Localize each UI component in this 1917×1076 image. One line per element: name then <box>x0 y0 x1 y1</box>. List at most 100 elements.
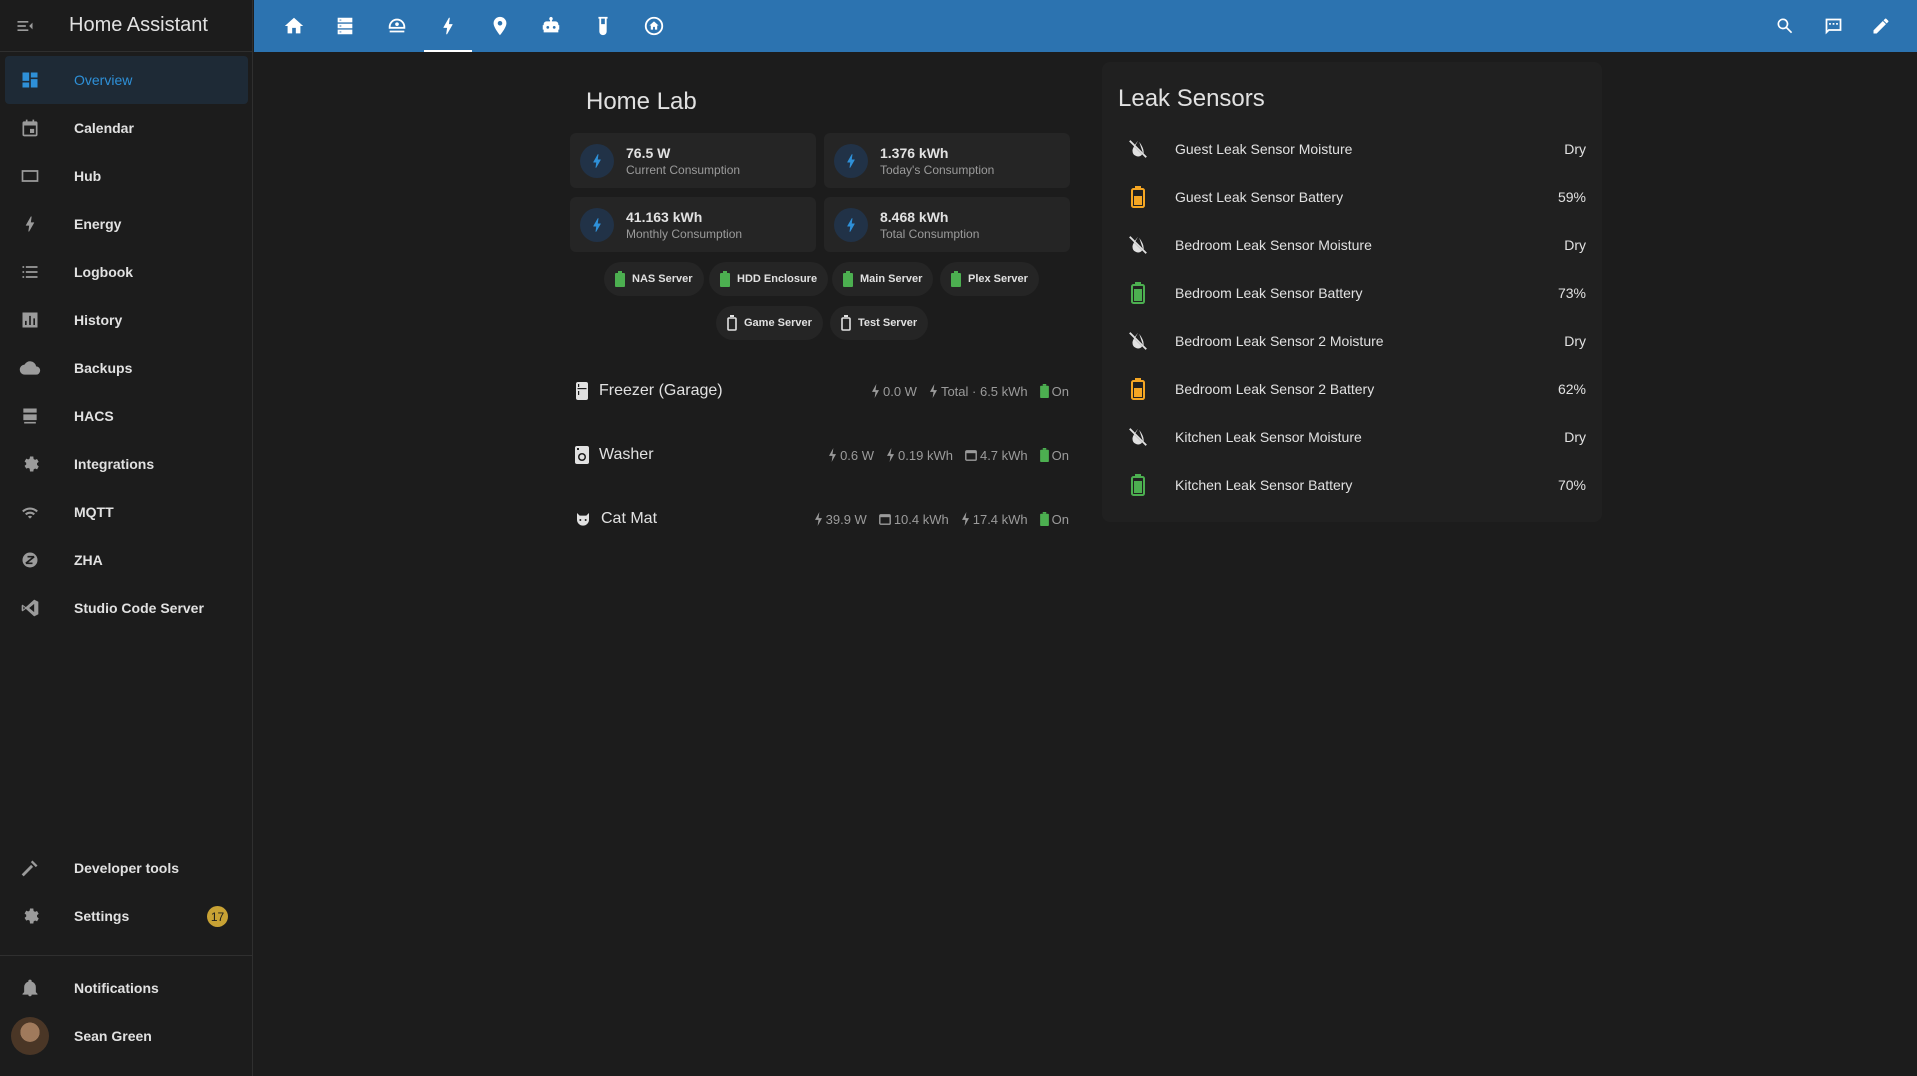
leak-row-name: Guest Leak Sensor Moisture <box>1175 141 1353 157</box>
sidebar-item-calendar[interactable]: Calendar <box>5 104 248 152</box>
leak-row-bedroom2-battery[interactable]: Bedroom Leak Sensor 2 Battery 62% <box>1124 369 1586 409</box>
leak-row-kitchen-moisture[interactable]: Kitchen Leak Sensor Moisture Dry <box>1124 417 1586 457</box>
battery-icon <box>951 271 961 287</box>
device-row-cat-mat[interactable]: Cat Mat 39.9 W 10.4 kWh 17.4 kWh On <box>575 504 1069 534</box>
leak-row-value: 73% <box>1557 285 1586 301</box>
current-consumption-tile[interactable]: 76.5 W Current Consumption <box>570 133 816 188</box>
home-icon <box>284 17 304 34</box>
tile-value: 8.468 kWh <box>880 208 949 225</box>
device-name: Freezer (Garage) <box>599 382 723 399</box>
sidebar-item-backups[interactable]: Backups <box>5 344 248 392</box>
sidebar-item-settings[interactable]: Settings 17 <box>5 892 248 940</box>
sidebar-item-hacs[interactable]: HACS <box>5 392 248 440</box>
chip-label: NAS Server <box>632 273 693 285</box>
tab-vacuum[interactable] <box>373 0 421 52</box>
sidebar-item-energy[interactable]: Energy <box>5 200 248 248</box>
battery-icon <box>1039 384 1049 398</box>
assist-button[interactable] <box>1810 0 1856 52</box>
sidebar-item-notifications[interactable]: Notifications <box>5 964 248 1012</box>
cloud-icon <box>10 358 50 378</box>
chip-plex-server[interactable]: Plex Server <box>940 262 1039 296</box>
leak-row-name: Bedroom Leak Sensor Moisture <box>1175 237 1372 253</box>
leak-row-kitchen-battery[interactable]: Kitchen Leak Sensor Battery 70% <box>1124 465 1586 505</box>
hacs-icon <box>10 405 50 427</box>
total-consumption-tile[interactable]: 8.468 kWh Total Consumption <box>824 197 1070 252</box>
lightning-bolt-icon <box>929 384 937 398</box>
app-title: Home Assistant <box>69 14 208 36</box>
tab-home-circle[interactable] <box>630 0 678 52</box>
tab-servers[interactable] <box>321 0 369 52</box>
chip-game-server[interactable]: Game Server <box>716 306 823 340</box>
sidebar-item-label: Hub <box>74 168 102 184</box>
sidebar-item-integrations[interactable]: Integrations <box>5 440 248 488</box>
sidebar-item-developer-tools[interactable]: Developer tools <box>5 844 248 892</box>
sidebar-item-label: Integrations <box>74 456 155 472</box>
sidebar-item-label: Logbook <box>74 264 134 280</box>
leak-row-name: Bedroom Leak Sensor 2 Moisture <box>1175 333 1384 349</box>
sidebar-item-hub[interactable]: Hub <box>5 152 248 200</box>
tab-lab[interactable] <box>579 0 627 52</box>
chip-label: Plex Server <box>968 273 1028 285</box>
zigbee-icon <box>10 550 50 570</box>
calendar-icon <box>10 118 50 138</box>
chip-hdd-enclosure[interactable]: HDD Enclosure <box>709 262 829 296</box>
sidebar-item-label: Energy <box>74 216 122 232</box>
device-state: On <box>1051 511 1069 527</box>
todays-consumption-tile[interactable]: 1.376 kWh Today's Consumption <box>824 133 1070 188</box>
calendar-month-icon <box>965 450 977 461</box>
tab-energy[interactable] <box>424 0 472 52</box>
monthly-consumption-tile[interactable]: 41.163 kWh Monthly Consumption <box>570 197 816 252</box>
leak-row-bedroom-moisture[interactable]: Bedroom Leak Sensor Moisture Dry <box>1124 225 1586 265</box>
battery-outline-icon <box>841 315 851 331</box>
lightning-bolt-icon <box>580 207 614 242</box>
device-stats: 0.0 W Total · 6.5 kWh On <box>859 384 1069 399</box>
water-off-icon <box>1124 426 1152 448</box>
sidebar-item-logbook[interactable]: Logbook <box>5 248 248 296</box>
sidebar-item-label: Developer tools <box>74 860 180 876</box>
sidebar-item-zha[interactable]: ZHA <box>5 536 248 584</box>
tab-robot[interactable] <box>527 0 575 52</box>
fridge-icon <box>576 382 588 400</box>
device-row-washer[interactable]: Washer 0.6 W 0.19 kWh 4.7 kWh On <box>575 440 1069 470</box>
robot-icon <box>542 16 560 33</box>
washer-icon <box>575 446 589 464</box>
device-state: On <box>1051 447 1069 463</box>
battery-medium-icon <box>1124 378 1152 400</box>
sidebar-item-label: MQTT <box>74 504 114 520</box>
settings-update-badge: 17 <box>207 906 228 927</box>
tab-location[interactable] <box>476 0 524 52</box>
sidebar-item-mqtt[interactable]: MQTT <box>5 488 248 536</box>
device-row-freezer[interactable]: Freezer (Garage) 0.0 W Total · 6.5 kWh O… <box>575 376 1069 406</box>
lightning-bolt-icon <box>834 207 868 242</box>
sidebar-item-history[interactable]: History <box>5 296 248 344</box>
battery-icon <box>1039 448 1049 462</box>
leak-row-guest-moisture[interactable]: Guest Leak Sensor Moisture Dry <box>1124 129 1586 169</box>
sidebar-item-label: HACS <box>74 408 114 424</box>
tile-label: Total Consumption <box>880 226 980 241</box>
leak-row-bedroom2-moisture[interactable]: Bedroom Leak Sensor 2 Moisture Dry <box>1124 321 1586 361</box>
water-off-icon <box>1124 330 1152 352</box>
water-off-icon <box>1124 234 1152 256</box>
sidebar-item-label: History <box>74 312 123 328</box>
chip-label: HDD Enclosure <box>737 273 818 285</box>
leak-row-name: Bedroom Leak Sensor Battery <box>1175 285 1363 301</box>
menu-toggle-button[interactable] <box>0 0 50 52</box>
device-stats: 0.6 W 0.19 kWh 4.7 kWh On <box>816 448 1069 463</box>
leak-row-guest-battery[interactable]: Guest Leak Sensor Battery 59% <box>1124 177 1586 217</box>
sidebar-item-studio-code-server[interactable]: Studio Code Server <box>5 584 248 632</box>
sidebar-item-profile[interactable]: Sean Green <box>5 1012 248 1060</box>
leak-row-bedroom-battery[interactable]: Bedroom Leak Sensor Battery 73% <box>1124 273 1586 313</box>
leak-row-value: 62% <box>1557 381 1586 397</box>
search-button[interactable] <box>1762 0 1808 52</box>
chip-main-server[interactable]: Main Server <box>832 262 934 296</box>
chip-test-server[interactable]: Test Server <box>830 306 929 340</box>
hammer-icon <box>10 858 50 878</box>
lightning-bolt-icon <box>580 143 614 178</box>
pencil-icon <box>1873 18 1889 34</box>
tile-label: Monthly Consumption <box>626 226 743 241</box>
tab-home[interactable] <box>270 0 318 52</box>
leak-row-value: Dry <box>1564 237 1586 253</box>
sidebar-item-overview[interactable]: Overview <box>5 56 248 104</box>
edit-dashboard-button[interactable] <box>1858 0 1904 52</box>
chip-nas-server[interactable]: NAS Server <box>604 262 704 296</box>
